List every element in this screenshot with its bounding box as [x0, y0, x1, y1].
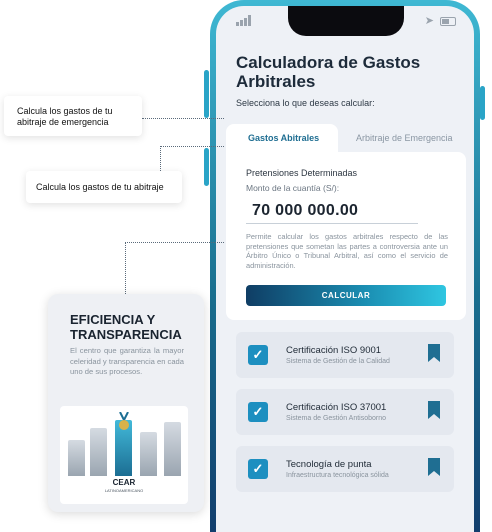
- amount-label: Monto de la cuantía (S/):: [246, 183, 340, 193]
- tab-gastos-arbitrales[interactable]: Gastos Abitrales: [226, 124, 338, 152]
- feature-card: ✓ Certificación ISO 37001 Sistema de Ges…: [236, 389, 454, 435]
- battery-icon: [440, 17, 456, 26]
- feature-subtitle: Sistema de Gestión Antisoborno: [286, 415, 387, 422]
- page-title: Calculadora de Gastos Arbitrales: [236, 53, 421, 91]
- phone-side-button: [204, 148, 209, 186]
- check-icon: ✓: [248, 459, 268, 479]
- check-icon: ✓: [248, 402, 268, 422]
- logo-text: CEAR: [112, 478, 136, 487]
- tab-arbitraje-emergencia[interactable]: Arbitraje de Emergencia: [338, 124, 464, 152]
- calculator-tabs: Gastos Abitrales Arbitraje de Emergencia: [226, 124, 464, 152]
- bar-graphic: [90, 428, 107, 476]
- calculator-description: Permite calcular los gastos arbitrales r…: [246, 232, 448, 270]
- medal-icon: [119, 412, 129, 430]
- bookmark-icon[interactable]: [428, 344, 440, 362]
- connector-line: [125, 242, 126, 294]
- input-underline: [246, 223, 418, 224]
- bar-graphic: [164, 422, 181, 476]
- callout-text: Calcula los gastos de tu abitraje: [36, 182, 164, 192]
- bookmark-icon[interactable]: [428, 458, 440, 476]
- phone-side-button: [480, 86, 485, 120]
- tab-label: Gastos Abitrales: [248, 133, 320, 143]
- feature-subtitle: Infraestructura tecnológica sólida: [286, 472, 389, 479]
- info-card: EFICIENCIA Y TRANSPARENCIA El centro que…: [48, 294, 204, 512]
- bar-graphic: [68, 440, 85, 476]
- phone-side-button: [204, 70, 209, 118]
- logo-subtext: LATINOAMERICANO: [104, 488, 144, 493]
- page-subtitle: Selecciona lo que deseas calcular:: [236, 98, 375, 108]
- feature-title: Certificación ISO 9001: [286, 345, 382, 356]
- feature-card: ✓ Tecnología de punta Infraestructura te…: [236, 446, 454, 492]
- phone-screen: ➤ Calculadora de Gastos Arbitrales Selec…: [216, 6, 474, 532]
- connector-line: [160, 146, 224, 147]
- bar-graphic: [140, 432, 157, 476]
- calculate-button[interactable]: CALCULAR: [246, 285, 446, 306]
- info-body: El centro que garantiza la mayor celerid…: [70, 346, 184, 376]
- callout-standard: Calcula los gastos de tu abitraje: [26, 171, 182, 203]
- feature-subtitle: Sistema de Gestión de la Calidad: [286, 358, 390, 365]
- connector-line: [125, 242, 224, 243]
- connector-line: [160, 146, 161, 171]
- connector-line: [142, 118, 224, 119]
- feature-title: Certificación ISO 37001: [286, 402, 387, 413]
- check-icon: ✓: [248, 345, 268, 365]
- location-arrow-icon: ➤: [424, 15, 434, 27]
- info-title: EFICIENCIA Y TRANSPARENCIA: [70, 312, 182, 342]
- calculator-card: Pretensiones Determinadas Monto de la cu…: [226, 152, 466, 320]
- tab-label: Arbitraje de Emergencia: [356, 133, 453, 143]
- signal-icon: [236, 15, 251, 26]
- section-title: Pretensiones Determinadas: [246, 168, 358, 178]
- callout-text: Calcula los gastos de tu abitraje de eme…: [17, 106, 113, 127]
- callout-emergency: Calcula los gastos de tu abitraje de eme…: [4, 96, 142, 136]
- logo-illustration: CEAR LATINOAMERICANO: [60, 406, 188, 504]
- bookmark-icon[interactable]: [428, 401, 440, 419]
- feature-title: Tecnología de punta: [286, 459, 372, 470]
- feature-card: ✓ Certificación ISO 9001 Sistema de Gest…: [236, 332, 454, 378]
- amount-input[interactable]: 70 000 000.00: [252, 202, 358, 220]
- phone-notch: [288, 6, 404, 36]
